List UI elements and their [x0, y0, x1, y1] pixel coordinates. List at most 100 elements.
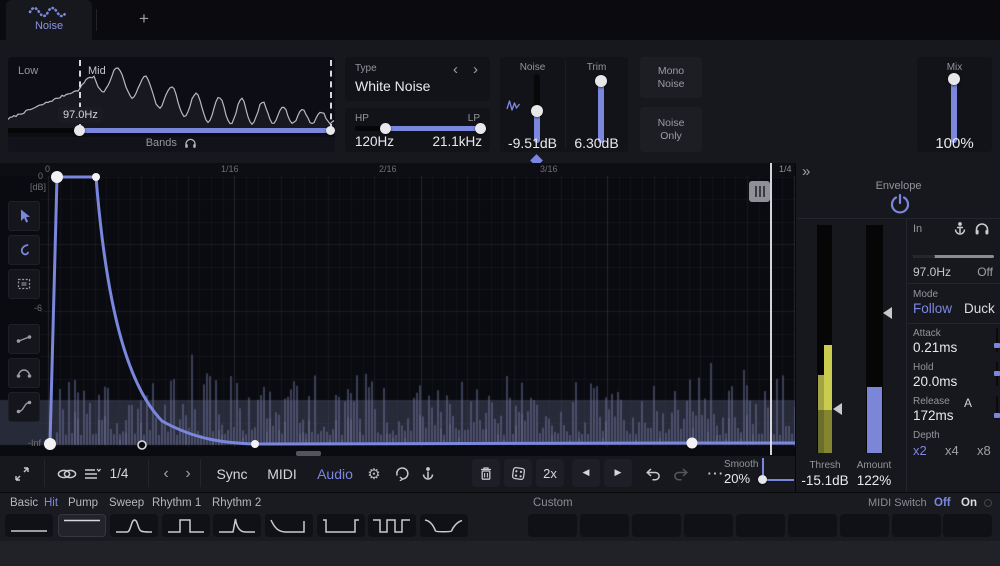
shape-hit[interactable] [213, 514, 261, 537]
shape-smooth-dip[interactable] [420, 514, 468, 537]
envelope-node[interactable] [44, 438, 56, 450]
listen-headphones-icon[interactable] [974, 221, 990, 236]
link-button[interactable] [54, 455, 80, 492]
hold-mini-handle[interactable] [994, 371, 1000, 376]
attack-mini-slider[interactable] [996, 328, 998, 352]
tool-line-button[interactable] [8, 324, 40, 354]
thresh-value[interactable]: -15.1dB [794, 473, 856, 488]
tool-scurve-button[interactable] [8, 392, 40, 422]
shape-gate[interactable] [317, 514, 365, 537]
depth-x8-button[interactable]: x8 [977, 443, 991, 458]
attack-mini-handle[interactable] [994, 343, 1000, 348]
mix-fader-handle[interactable] [948, 73, 960, 85]
tool-select-button[interactable] [8, 201, 40, 231]
shape-pulse[interactable] [162, 514, 210, 537]
tool-arc-button[interactable] [8, 358, 40, 388]
tab-noise[interactable]: Noise [6, 0, 92, 40]
smooth-value[interactable]: 20% [724, 471, 750, 486]
midi-switch-off-button[interactable]: Off [934, 497, 951, 509]
release-mini-handle[interactable] [994, 413, 1000, 418]
clear-button[interactable] [472, 459, 500, 487]
in-freq-value[interactable]: 97.0Hz [913, 265, 951, 279]
sync-tab[interactable]: Sync [210, 455, 254, 492]
mode-follow-button[interactable]: Follow [913, 301, 952, 316]
shift-left-button[interactable]: ◀ [572, 459, 600, 487]
tool-marquee-button[interactable] [8, 269, 40, 299]
category-sweep[interactable]: Sweep [109, 497, 144, 509]
shift-right-button[interactable]: ▶ [604, 459, 632, 487]
envelope-node[interactable] [51, 171, 63, 183]
smooth-handle[interactable] [758, 475, 767, 484]
double-button[interactable]: 2x [536, 459, 564, 487]
depth-x4-button[interactable]: x4 [945, 443, 959, 458]
randomize-button[interactable] [504, 459, 532, 487]
type-prev-button[interactable]: ‹ [453, 61, 458, 78]
noise-only-button[interactable]: Noise Only [640, 107, 702, 152]
depth-x2-button[interactable]: x2 [913, 443, 927, 458]
mono-noise-button[interactable]: Mono Noise [640, 57, 702, 98]
shape-flat-high[interactable] [58, 514, 106, 537]
custom-slot-1[interactable] [528, 514, 577, 537]
undo-button[interactable] [640, 455, 666, 492]
filter-slider-range[interactable] [385, 126, 481, 131]
category-hit[interactable]: Hit [44, 497, 58, 509]
redo-button[interactable] [668, 455, 694, 492]
custom-slot-9[interactable] [943, 514, 992, 537]
envelope-power-button[interactable] [888, 192, 912, 216]
envelope-curve[interactable] [0, 163, 795, 455]
shape-decay[interactable] [265, 514, 313, 537]
custom-slot-5[interactable] [736, 514, 785, 537]
trigger-button[interactable] [416, 455, 440, 492]
hold-value[interactable]: 20.0ms [913, 374, 957, 389]
category-rhythm2[interactable]: Rhythm 2 [212, 497, 261, 509]
panel-collapse-button[interactable]: » [802, 163, 810, 180]
mode-duck-button[interactable]: Duck [964, 301, 995, 316]
custom-slot-7[interactable] [840, 514, 889, 537]
hp-handle[interactable] [380, 123, 391, 134]
type-value[interactable]: White Noise [355, 78, 430, 94]
release-value[interactable]: 172ms [913, 408, 954, 423]
new-tab-button[interactable]: + [134, 9, 154, 31]
midi-tab[interactable]: MIDI [260, 455, 304, 492]
pattern-menu-button[interactable] [80, 455, 104, 492]
custom-slot-6[interactable] [788, 514, 837, 537]
category-basic[interactable]: Basic [10, 497, 38, 509]
custom-slot-2[interactable] [580, 514, 629, 537]
shape-square-wave[interactable] [368, 514, 416, 537]
attack-value[interactable]: 0.21ms [913, 340, 957, 355]
envelope-tension-handle[interactable] [138, 441, 146, 449]
sidechain-input-icon[interactable] [952, 221, 968, 237]
rate-next-button[interactable]: › [180, 455, 196, 492]
in-off-value[interactable]: Off [977, 265, 993, 279]
band-high-handle[interactable] [326, 126, 335, 135]
category-rhythm1[interactable]: Rhythm 1 [152, 497, 201, 509]
lp-handle[interactable] [475, 123, 486, 134]
envelope-node[interactable] [687, 438, 698, 449]
noise-fader-handle[interactable] [531, 105, 543, 117]
custom-slot-3[interactable] [632, 514, 681, 537]
shape-bump[interactable] [110, 514, 158, 537]
loop-button[interactable] [390, 455, 414, 492]
amount-value[interactable]: 122% [849, 473, 899, 488]
expand-button[interactable] [10, 455, 34, 492]
band-low-handle[interactable] [74, 125, 85, 136]
band-slider-range[interactable] [80, 128, 331, 133]
shape-flat-low[interactable] [5, 514, 53, 537]
audio-tab[interactable]: Audio [312, 455, 358, 492]
settings-button[interactable]: ⚙ [362, 455, 386, 492]
pattern-length-grip[interactable] [749, 181, 770, 202]
envelope-node[interactable] [251, 440, 259, 448]
envelope-path[interactable] [50, 177, 795, 444]
custom-slot-8[interactable] [892, 514, 941, 537]
amount-marker[interactable] [883, 307, 892, 319]
custom-slot-4[interactable] [684, 514, 733, 537]
type-next-button[interactable]: › [473, 61, 478, 78]
bands-headphones-icon[interactable] [184, 137, 197, 149]
release-auto-button[interactable]: A [964, 396, 972, 410]
thresh-marker[interactable] [833, 403, 842, 415]
rate-prev-button[interactable]: ‹ [158, 455, 174, 492]
category-pump[interactable]: Pump [68, 497, 98, 509]
midi-switch-on-button[interactable]: On [961, 497, 977, 509]
envelope-node[interactable] [92, 173, 100, 181]
tool-curve-button[interactable] [8, 235, 40, 265]
